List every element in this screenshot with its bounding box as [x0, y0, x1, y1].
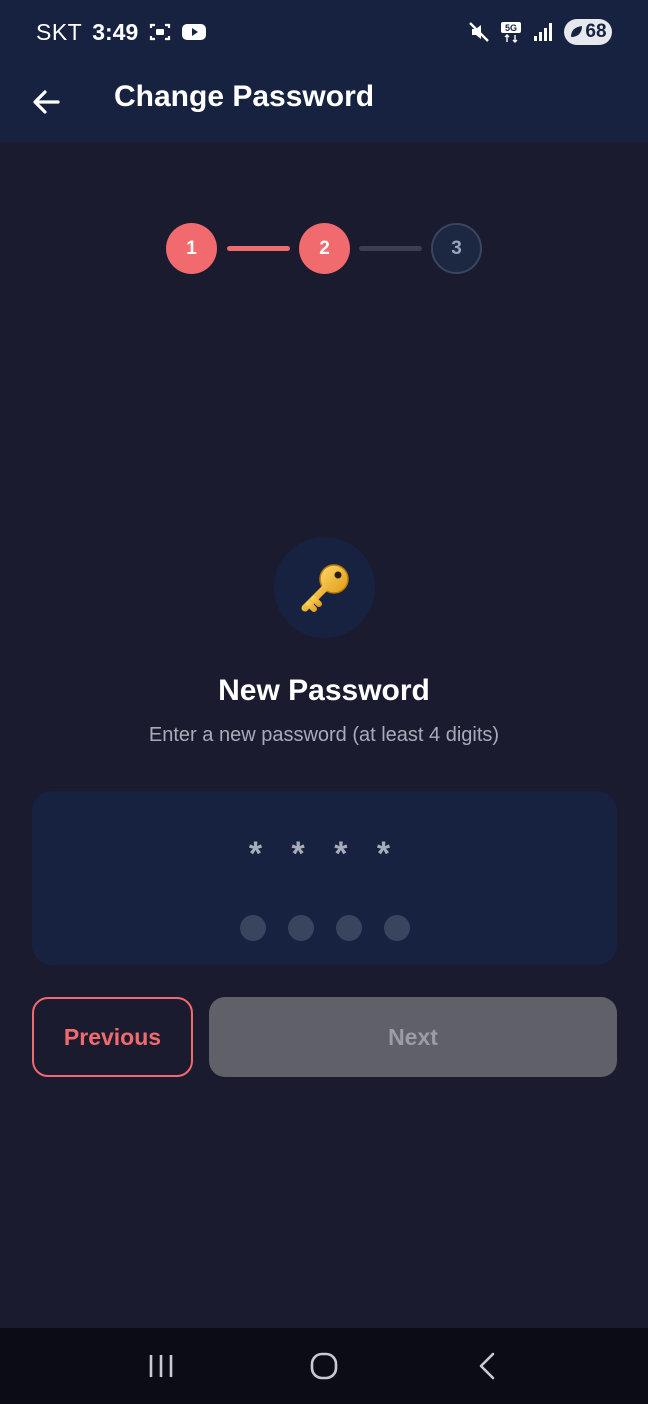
step-1: 1 — [166, 223, 217, 274]
pin-dot — [239, 915, 266, 941]
battery-level: 68 — [585, 21, 607, 42]
password-input-card[interactable]: * * * * — [32, 791, 617, 965]
progress-stepper: 1 2 3 — [166, 223, 482, 275]
app-header: Change Password — [0, 64, 648, 142]
masked-password: * * * * — [248, 835, 401, 873]
step-2: 2 — [299, 223, 350, 274]
recent-apps-icon — [150, 1355, 173, 1377]
carrier-label: SKT — [36, 18, 83, 45]
previous-button[interactable]: Previous — [32, 997, 193, 1077]
svg-text:5G: 5G — [505, 23, 517, 33]
next-button[interactable]: Next — [209, 997, 617, 1077]
back-button[interactable] — [26, 82, 66, 122]
5g-icon: 5G — [501, 22, 521, 43]
mute-icon — [469, 22, 489, 42]
battery-icon: 68 — [564, 19, 612, 45]
status-right: 5G 68 — [468, 19, 612, 45]
arrow-left-icon — [33, 90, 60, 114]
pin-dot — [383, 915, 410, 941]
back-icon — [479, 1352, 494, 1380]
pin-dots — [32, 915, 617, 941]
charging-leaf-icon — [571, 26, 583, 37]
change-password-screen: SKT 3:49 5G 68 Change Password 1 2 3 New… — [0, 0, 648, 1404]
nav-back-button[interactable] — [457, 1336, 517, 1396]
status-left: SKT 3:49 — [36, 18, 207, 46]
home-button[interactable] — [294, 1336, 354, 1396]
key-icon — [301, 563, 349, 612]
status-bar: SKT 3:49 5G 68 — [0, 0, 648, 64]
step-connector-2 — [359, 246, 422, 251]
system-nav-bar — [0, 1328, 648, 1404]
signal-icon — [534, 23, 552, 41]
clock: 3:49 — [92, 18, 139, 45]
page-title: Change Password — [114, 80, 375, 113]
step-connector-1 — [227, 246, 290, 251]
home-icon — [310, 1352, 338, 1380]
youtube-icon — [182, 24, 207, 40]
step-3: 3 — [431, 223, 482, 274]
section-title: New Password — [218, 674, 430, 707]
pin-dot — [335, 915, 362, 941]
recent-apps-button[interactable] — [131, 1336, 191, 1396]
screenshot-icon — [150, 23, 171, 41]
pin-dot — [287, 915, 314, 941]
section-subtitle: Enter a new password (at least 4 digits) — [148, 724, 500, 746]
key-badge — [274, 537, 375, 638]
